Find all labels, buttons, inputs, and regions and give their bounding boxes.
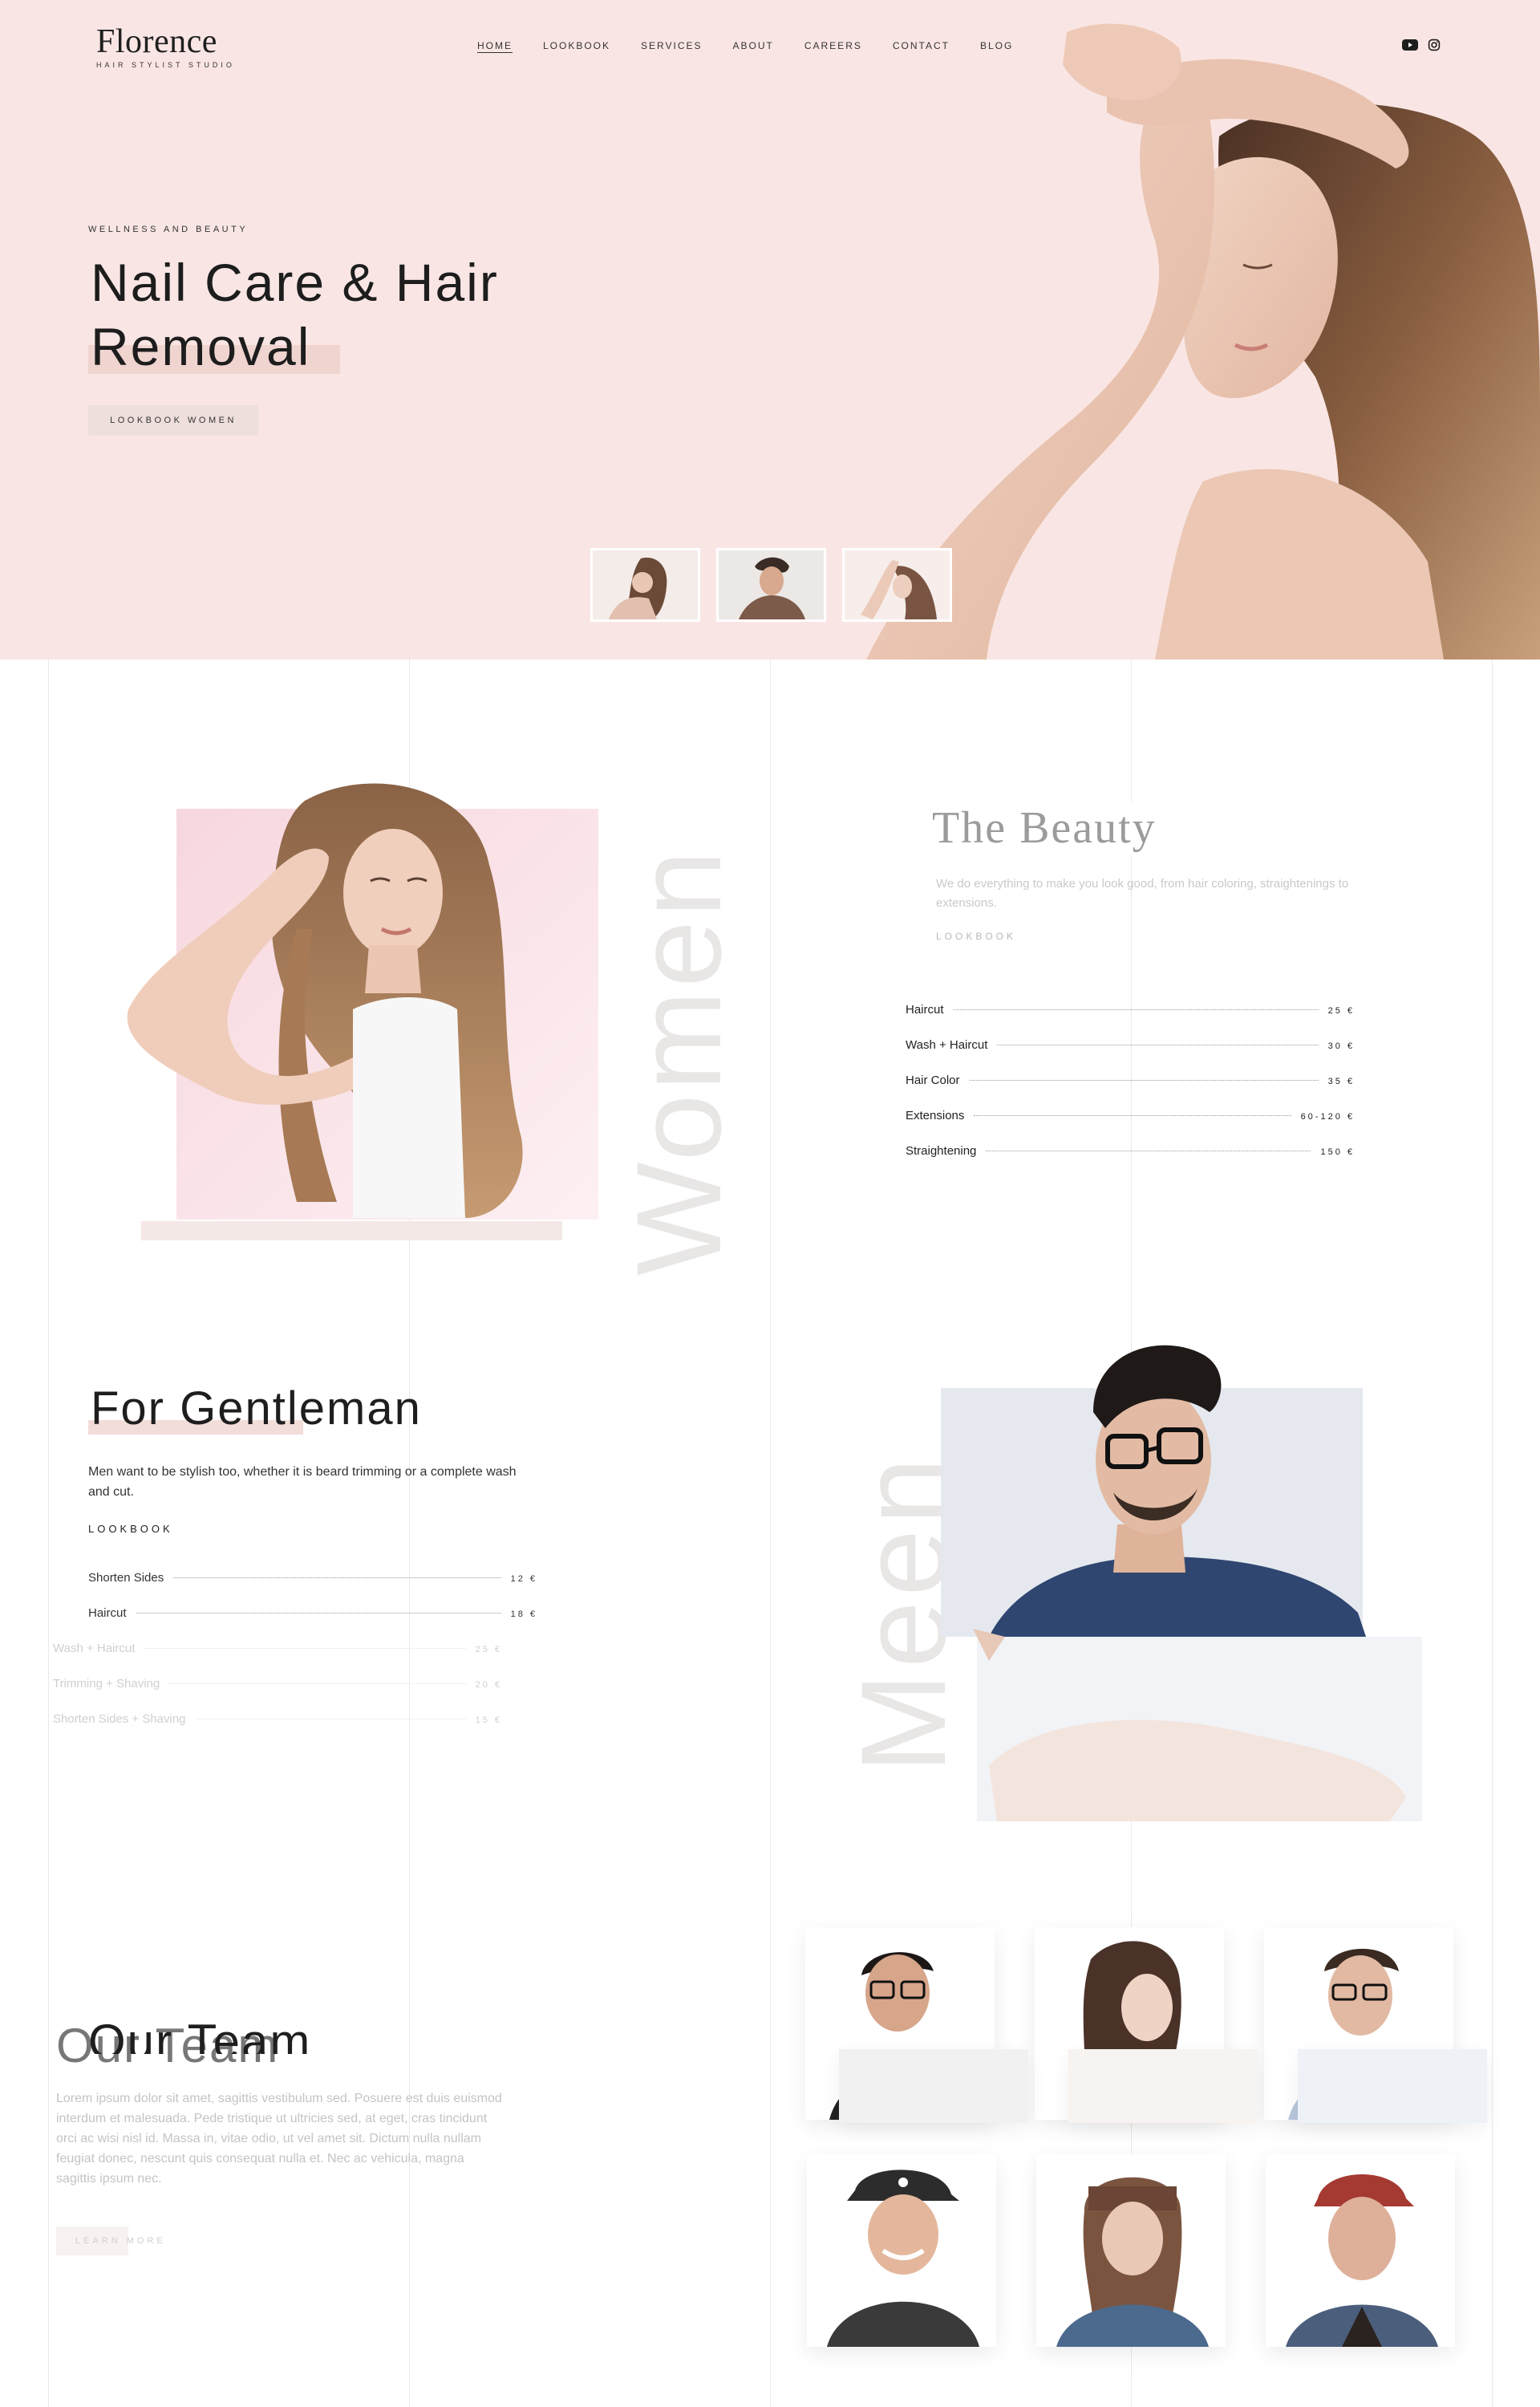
youtube-icon[interactable] [1402,39,1418,51]
hero-title: Nail Care & Hair Removal [91,250,652,379]
brand-tagline: HAIR STYLIST STUDIO [96,61,235,69]
service-name: Shorten Sides [88,1571,164,1585]
gentleman-title: For Gentleman [91,1382,422,1435]
service-name: Shorten Sides + Shaving [53,1712,186,1726]
hero-slider-thumbnails [590,548,952,622]
gentleman-lookbook-link[interactable]: LOOKBOOK [88,1523,173,1535]
service-price: 25 € [475,1645,502,1654]
service-name: Trimming + Shaving [53,1677,160,1691]
brand-logo[interactable]: Florence HAIR STYLIST STUDIO [93,22,235,69]
nav-item-careers[interactable]: CAREERS [804,40,862,51]
price-row: Haircut 25 € [906,1003,1355,1017]
main-nav: HOME LOOKBOOK SERVICES ABOUT CAREERS CON… [477,40,1044,51]
lookbook-women-button-label: LOOKBOOK WOMEN [110,416,237,425]
service-price: 150 € [1320,1147,1355,1157]
team-title: Our Team [88,2015,312,2054]
grid-line [48,660,49,2407]
service-price: 18 € [510,1609,537,1619]
service-price: 35 € [1327,1077,1355,1086]
hero-section: Florence HAIR STYLIST STUDIO HOME LOOKBO… [0,0,1540,660]
team-description: Lorem ipsum dolor sit amet, sagittis ves… [56,2092,502,2186]
learn-more-button-label: LEARN MORE [75,2236,166,2246]
hero-eyebrow: WELLNESS AND BEAUTY [88,225,249,234]
service-name: Hair Color [906,1074,960,1087]
nav-item-home[interactable]: HOME [477,40,513,51]
dotted-leader [144,1648,466,1649]
price-row: Haircut 18 € [88,1606,537,1620]
dotted-leader [969,1080,1319,1081]
learn-more-button[interactable]: LEARN MORE [56,2226,217,2255]
dotted-leader [173,1577,501,1578]
women-vertical-word: Women [611,846,746,1276]
service-price: 25 € [1327,1006,1355,1016]
team-photo-faded-band [839,2049,1028,2123]
beauty-description: We do everything to make you look good, … [936,877,1349,910]
price-row: Shorten Sides + Shaving 15 € [53,1712,502,1726]
grid-line [770,660,771,2407]
nav-item-contact[interactable]: CONTACT [893,40,950,51]
hero-photo [866,23,1540,660]
service-name: Haircut [88,1606,127,1620]
nav-item-lookbook[interactable]: LOOKBOOK [543,40,610,51]
service-price: 15 € [475,1715,502,1725]
service-name: Wash + Haircut [53,1642,136,1655]
dotted-leader [169,1683,466,1684]
gentleman-description: Men want to be stylish too, whether it i… [88,1465,517,1499]
nav-item-blog[interactable]: BLOG [980,40,1013,51]
beauty-title-echo: The Beauty [905,802,1157,854]
price-row: Straightening 150 € [906,1144,1355,1158]
service-name: Straightening [906,1144,977,1158]
grid-line [1492,660,1493,2407]
team-member-card[interactable] [807,2154,996,2347]
team-member-card[interactable] [1266,2154,1455,2347]
team-member-card[interactable] [1036,2154,1226,2347]
beauty-lookbook-link[interactable]: LOOKBOOK [936,931,1016,942]
service-name: Extensions [906,1109,965,1122]
service-name: Haircut [906,1003,944,1017]
price-row: Extensions 60-120 € [906,1109,1355,1122]
service-price: 20 € [475,1680,502,1690]
service-price: 12 € [510,1574,537,1584]
service-name: Wash + Haircut [906,1038,988,1052]
slider-thumb-2[interactable] [716,548,826,622]
hero-title-line1: Nail Care & Hair [91,253,499,312]
service-price: 30 € [1327,1041,1355,1051]
team-photo-faded-band [1298,2049,1487,2123]
men-photo [973,1345,1422,1821]
lookbook-women-button[interactable]: LOOKBOOK WOMEN [88,405,258,436]
price-row: Wash + Haircut 30 € [906,1038,1355,1052]
slider-thumb-1[interactable] [590,548,700,622]
price-row: Shorten Sides 12 € [88,1571,537,1585]
nav-item-about[interactable]: ABOUT [733,40,774,51]
dotted-leader [953,1009,1319,1010]
social-links [1402,39,1442,51]
service-price: 60-120 € [1300,1112,1355,1122]
nav-item-services[interactable]: SERVICES [641,40,702,51]
hero-title-line2: Removal [91,317,311,376]
women-photo [127,783,598,1220]
price-row: Trimming + Shaving 20 € [53,1677,502,1691]
brand-name: Florence [96,23,217,60]
team-photo-faded-band [1068,2049,1258,2123]
dotted-leader [974,1115,1291,1116]
slider-thumb-3[interactable] [842,548,952,622]
instagram-icon[interactable] [1426,39,1442,51]
price-row: Wash + Haircut 25 € [53,1642,502,1655]
price-row: Hair Color 35 € [906,1074,1355,1087]
